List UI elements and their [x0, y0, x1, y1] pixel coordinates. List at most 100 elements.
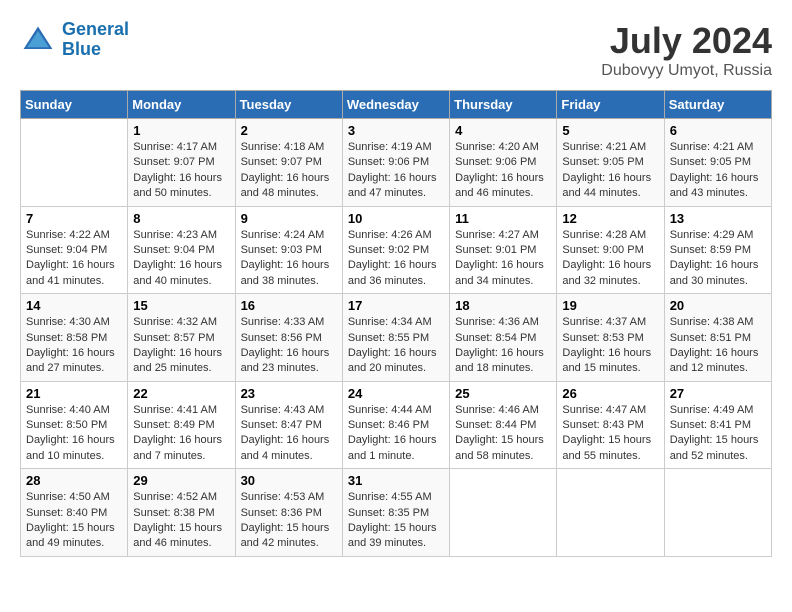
month-year: July 2024: [601, 20, 772, 62]
day-number: 16: [241, 298, 337, 313]
day-info: Sunrise: 4:20 AM Sunset: 9:06 PM Dayligh…: [455, 140, 551, 202]
calendar-cell: 16 Sunrise: 4:33 AM Sunset: 8:56 PM Dayli…: [235, 294, 342, 382]
weekday-header-wednesday: Wednesday: [342, 91, 449, 119]
day-number: 18: [455, 298, 551, 313]
calendar-cell: 8 Sunrise: 4:23 AM Sunset: 9:04 PM Daylig…: [128, 206, 235, 294]
day-number: 5: [562, 123, 658, 138]
calendar-table: SundayMondayTuesdayWednesdayThursdayFrid…: [20, 90, 772, 557]
day-info: Sunrise: 4:41 AM Sunset: 8:49 PM Dayligh…: [133, 403, 229, 465]
weekday-header-monday: Monday: [128, 91, 235, 119]
day-info: Sunrise: 4:30 AM Sunset: 8:58 PM Dayligh…: [26, 315, 122, 377]
calendar-cell: 19Sunrise: 4:37 AM Sunset: 8:53 PM Dayli…: [557, 294, 664, 382]
day-number: 9: [241, 211, 337, 226]
calendar-week-4: 21 Sunrise: 4:40 AM Sunset: 8:50 PM Dayli…: [21, 381, 772, 469]
day-number: 13: [670, 211, 766, 226]
day-number: 25: [455, 386, 551, 401]
calendar-header: SundayMondayTuesdayWednesdayThursdayFrid…: [21, 91, 772, 119]
day-number: 29: [133, 473, 229, 488]
location: Dubovyy Umyot, Russia: [601, 62, 772, 80]
calendar-cell: [557, 469, 664, 557]
day-info: Sunrise: 4:53 AM Sunset: 8:36 PM Dayligh…: [241, 490, 337, 552]
day-number: 3: [348, 123, 444, 138]
day-number: 1: [133, 123, 229, 138]
day-number: 10: [348, 211, 444, 226]
day-number: 4: [455, 123, 551, 138]
calendar-cell: [664, 469, 771, 557]
day-number: 8: [133, 211, 229, 226]
day-info: Sunrise: 4:37 AM Sunset: 8:53 PM Dayligh…: [562, 315, 658, 377]
weekday-header-friday: Friday: [557, 91, 664, 119]
day-number: 21: [26, 386, 122, 401]
logo-text: General Blue: [62, 20, 129, 60]
calendar-cell: 4 Sunrise: 4:20 AM Sunset: 9:06 PM Daylig…: [450, 119, 557, 207]
calendar-cell: 14 Sunrise: 4:30 AM Sunset: 8:58 PM Dayli…: [21, 294, 128, 382]
day-number: 17: [348, 298, 444, 313]
day-info: Sunrise: 4:44 AM Sunset: 8:46 PM Dayligh…: [348, 403, 444, 465]
day-info: Sunrise: 4:36 AM Sunset: 8:54 PM Dayligh…: [455, 315, 551, 377]
logo: General Blue: [20, 20, 129, 60]
day-number: 14: [26, 298, 122, 313]
calendar-cell: 11 Sunrise: 4:27 AM Sunset: 9:01 PM Dayli…: [450, 206, 557, 294]
weekday-header-saturday: Saturday: [664, 91, 771, 119]
calendar-cell: 6Sunrise: 4:21 AM Sunset: 9:05 PM Daylig…: [664, 119, 771, 207]
calendar-cell: 3 Sunrise: 4:19 AM Sunset: 9:06 PM Daylig…: [342, 119, 449, 207]
day-info: Sunrise: 4:32 AM Sunset: 8:57 PM Dayligh…: [133, 315, 229, 377]
weekday-row: SundayMondayTuesdayWednesdayThursdayFrid…: [21, 91, 772, 119]
day-info: Sunrise: 4:40 AM Sunset: 8:50 PM Dayligh…: [26, 403, 122, 465]
day-number: 11: [455, 211, 551, 226]
day-number: 15: [133, 298, 229, 313]
day-info: Sunrise: 4:26 AM Sunset: 9:02 PM Dayligh…: [348, 228, 444, 290]
calendar-cell: 1 Sunrise: 4:17 AM Sunset: 9:07 PM Daylig…: [128, 119, 235, 207]
day-info: Sunrise: 4:18 AM Sunset: 9:07 PM Dayligh…: [241, 140, 337, 202]
day-info: Sunrise: 4:21 AM Sunset: 9:05 PM Dayligh…: [670, 140, 766, 202]
title-block: July 2024 Dubovyy Umyot, Russia: [601, 20, 772, 80]
calendar-cell: 15 Sunrise: 4:32 AM Sunset: 8:57 PM Dayli…: [128, 294, 235, 382]
day-info: Sunrise: 4:21 AM Sunset: 9:05 PM Dayligh…: [562, 140, 658, 202]
weekday-header-sunday: Sunday: [21, 91, 128, 119]
calendar-cell: 5 Sunrise: 4:21 AM Sunset: 9:05 PM Daylig…: [557, 119, 664, 207]
day-info: Sunrise: 4:24 AM Sunset: 9:03 PM Dayligh…: [241, 228, 337, 290]
calendar-cell: 23 Sunrise: 4:43 AM Sunset: 8:47 PM Dayli…: [235, 381, 342, 469]
calendar-cell: 31Sunrise: 4:55 AM Sunset: 8:35 PM Dayli…: [342, 469, 449, 557]
day-number: 27: [670, 386, 766, 401]
day-number: 20: [670, 298, 766, 313]
day-info: Sunrise: 4:43 AM Sunset: 8:47 PM Dayligh…: [241, 403, 337, 465]
day-info: Sunrise: 4:28 AM Sunset: 9:00 PM Dayligh…: [562, 228, 658, 290]
day-info: Sunrise: 4:23 AM Sunset: 9:04 PM Dayligh…: [133, 228, 229, 290]
calendar-cell: 10 Sunrise: 4:26 AM Sunset: 9:02 PM Dayli…: [342, 206, 449, 294]
calendar-cell: 28Sunrise: 4:50 AM Sunset: 8:40 PM Dayli…: [21, 469, 128, 557]
calendar-week-1: 1 Sunrise: 4:17 AM Sunset: 9:07 PM Daylig…: [21, 119, 772, 207]
day-number: 22: [133, 386, 229, 401]
day-number: 31: [348, 473, 444, 488]
calendar-week-3: 14 Sunrise: 4:30 AM Sunset: 8:58 PM Dayli…: [21, 294, 772, 382]
calendar-week-5: 28Sunrise: 4:50 AM Sunset: 8:40 PM Dayli…: [21, 469, 772, 557]
weekday-header-thursday: Thursday: [450, 91, 557, 119]
day-number: 23: [241, 386, 337, 401]
calendar-cell: [21, 119, 128, 207]
logo-line1: General: [62, 19, 129, 39]
page-header: General Blue July 2024 Dubovyy Umyot, Ru…: [20, 20, 772, 80]
calendar-cell: 29Sunrise: 4:52 AM Sunset: 8:38 PM Dayli…: [128, 469, 235, 557]
calendar-cell: 26Sunrise: 4:47 AM Sunset: 8:43 PM Dayli…: [557, 381, 664, 469]
day-info: Sunrise: 4:17 AM Sunset: 9:07 PM Dayligh…: [133, 140, 229, 202]
calendar-cell: 30 Sunrise: 4:53 AM Sunset: 8:36 PM Dayli…: [235, 469, 342, 557]
day-number: 2: [241, 123, 337, 138]
logo-line2: Blue: [62, 39, 101, 59]
day-info: Sunrise: 4:19 AM Sunset: 9:06 PM Dayligh…: [348, 140, 444, 202]
day-number: 24: [348, 386, 444, 401]
calendar-cell: 12Sunrise: 4:28 AM Sunset: 9:00 PM Dayli…: [557, 206, 664, 294]
day-info: Sunrise: 4:38 AM Sunset: 8:51 PM Dayligh…: [670, 315, 766, 377]
calendar-cell: 20 Sunrise: 4:38 AM Sunset: 8:51 PM Dayli…: [664, 294, 771, 382]
calendar-cell: 18 Sunrise: 4:36 AM Sunset: 8:54 PM Dayli…: [450, 294, 557, 382]
day-info: Sunrise: 4:27 AM Sunset: 9:01 PM Dayligh…: [455, 228, 551, 290]
calendar-body: 1 Sunrise: 4:17 AM Sunset: 9:07 PM Daylig…: [21, 119, 772, 557]
logo-icon: [20, 22, 56, 58]
day-number: 28: [26, 473, 122, 488]
calendar-week-2: 7Sunrise: 4:22 AM Sunset: 9:04 PM Daylig…: [21, 206, 772, 294]
day-info: Sunrise: 4:22 AM Sunset: 9:04 PM Dayligh…: [26, 228, 122, 290]
calendar-cell: 22 Sunrise: 4:41 AM Sunset: 8:49 PM Dayli…: [128, 381, 235, 469]
day-info: Sunrise: 4:34 AM Sunset: 8:55 PM Dayligh…: [348, 315, 444, 377]
day-info: Sunrise: 4:33 AM Sunset: 8:56 PM Dayligh…: [241, 315, 337, 377]
day-number: 30: [241, 473, 337, 488]
day-info: Sunrise: 4:49 AM Sunset: 8:41 PM Dayligh…: [670, 403, 766, 465]
